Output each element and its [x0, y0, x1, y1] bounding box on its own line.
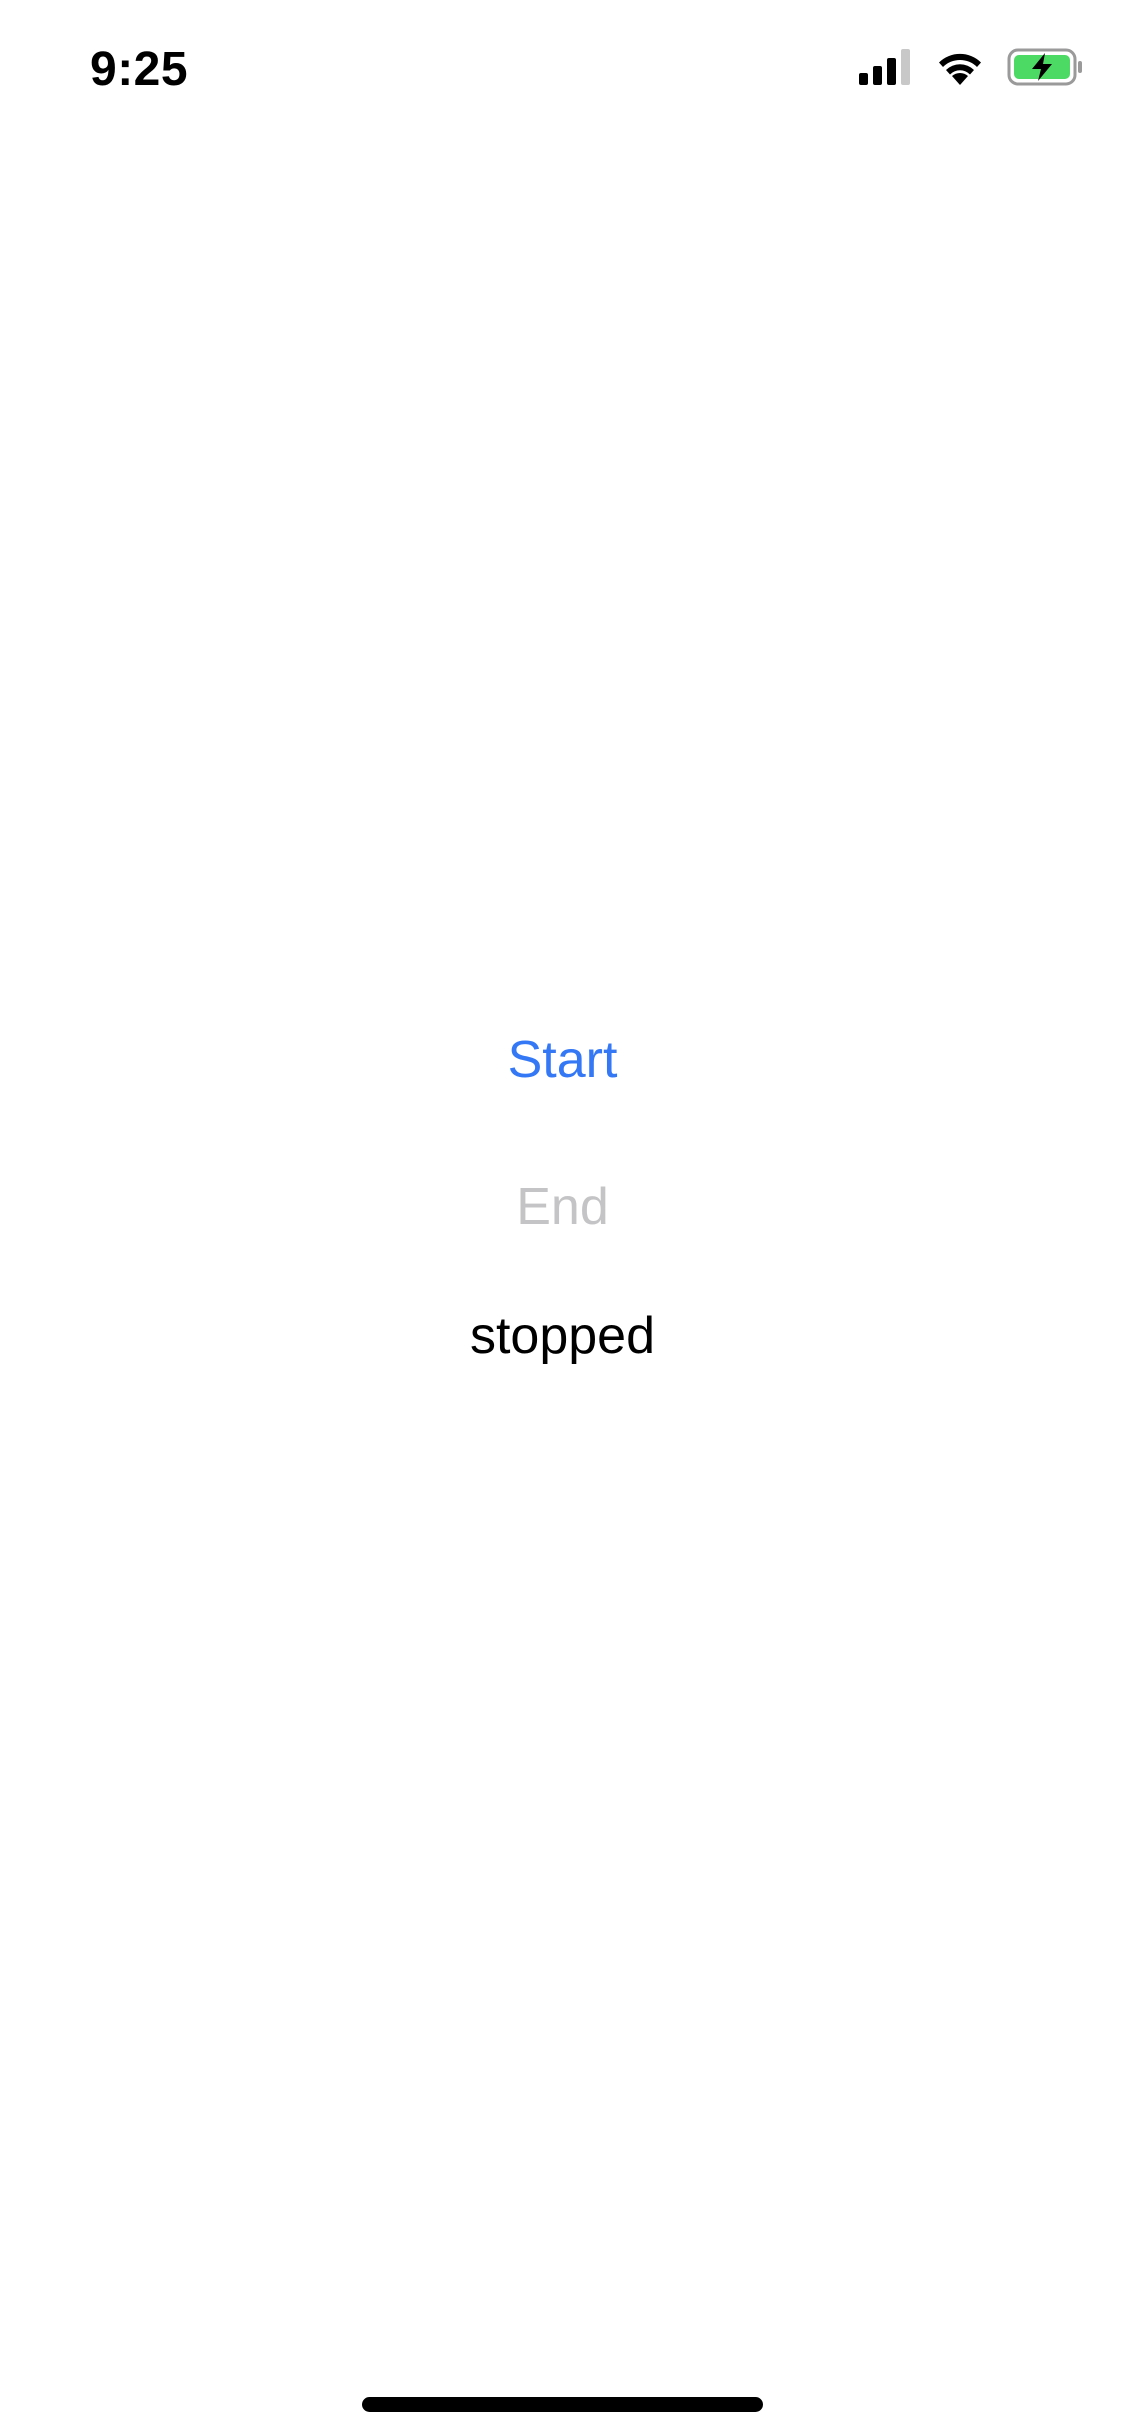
battery-charging-icon [1007, 48, 1085, 86]
end-button[interactable]: End [0, 1177, 1125, 1237]
status-time: 9:25 [90, 43, 189, 96]
status-icons [859, 48, 1085, 86]
cellular-signal-icon [859, 49, 913, 85]
wifi-icon [935, 49, 985, 85]
state-label: stopped [469, 1307, 656, 1365]
status-bar: 9:25 [0, 0, 1125, 140]
home-indicator[interactable] [362, 2397, 763, 2412]
start-button[interactable]: Start [0, 1030, 1125, 1090]
